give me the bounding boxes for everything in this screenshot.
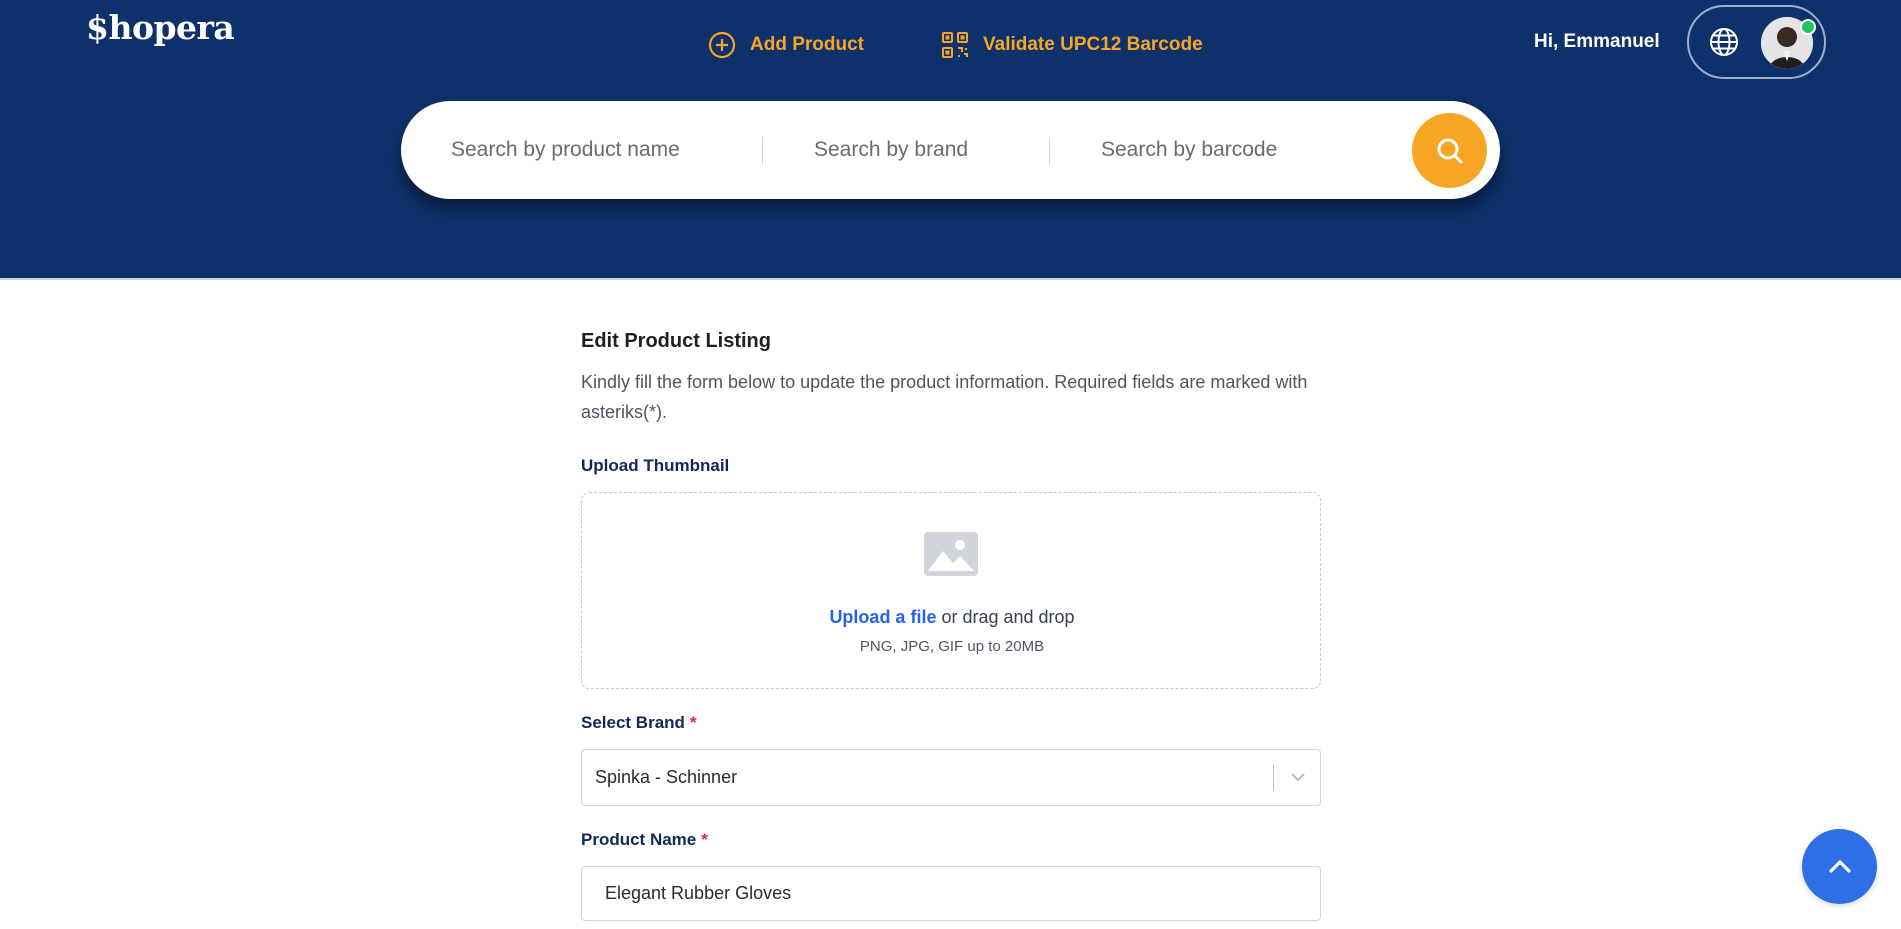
chevron-up-icon [1828,859,1851,873]
required-marker: * [689,713,697,732]
search-divider [1049,137,1050,165]
product-name-input[interactable] [581,866,1321,921]
top-header: $hopera Add Product Validate UPC12 Barco… [0,0,1901,280]
search-button[interactable] [1412,113,1487,188]
upload-instructions: Upload a file or drag and drop [582,607,1322,628]
thumbnail-dropzone[interactable]: Upload a file or drag and drop PNG, JPG,… [581,492,1321,689]
product-name-label-text: Product Name [581,830,697,849]
online-status-dot [1800,19,1816,35]
required-marker: * [701,830,708,849]
qr-code-icon [942,32,968,58]
user-greeting: Hi, Emmanuel [1534,31,1660,52]
validate-barcode-label: Validate UPC12 Barcode [983,34,1203,55]
image-icon [924,532,978,576]
brand-select-value: Spinka - Schinner [595,767,738,787]
user-menu[interactable] [1687,5,1826,79]
drag-drop-text: or drag and drop [936,607,1075,627]
brand-select[interactable]: Spinka - Schinner [581,749,1321,806]
add-product-link[interactable]: Add Product [708,28,864,62]
form-description: Kindly fill the form below to update the… [581,372,1308,422]
validate-barcode-link[interactable]: Validate UPC12 Barcode [941,28,1203,62]
brand-label-text: Select Brand [581,713,685,732]
form-title: Edit Product Listing [581,330,771,352]
search-icon [1437,138,1462,163]
search-product-input[interactable] [451,130,751,170]
brand-label: Select Brand * [581,713,697,733]
shopera-logo[interactable]: $hopera [86,8,235,47]
search-bar [401,101,1500,199]
product-name-label: Product Name * [581,830,708,850]
thumbnail-label: Upload Thumbnail [581,456,730,475]
search-divider [762,137,763,165]
plus-circle-icon [708,31,736,59]
upload-file-hint: PNG, JPG, GIF up to 20MB [859,638,1045,655]
scroll-to-top-button[interactable] [1802,829,1877,904]
add-product-label: Add Product [750,34,864,55]
search-brand-input[interactable] [814,130,1054,170]
edit-product-form: Edit Product Listing Kindly fill the for… [581,330,1321,427]
chevron-down-icon[interactable] [1289,770,1307,784]
select-separator [1273,765,1274,790]
upload-file-link[interactable]: Upload a file [829,607,936,627]
search-barcode-input[interactable] [1101,130,1381,170]
globe-icon[interactable] [1708,26,1740,58]
